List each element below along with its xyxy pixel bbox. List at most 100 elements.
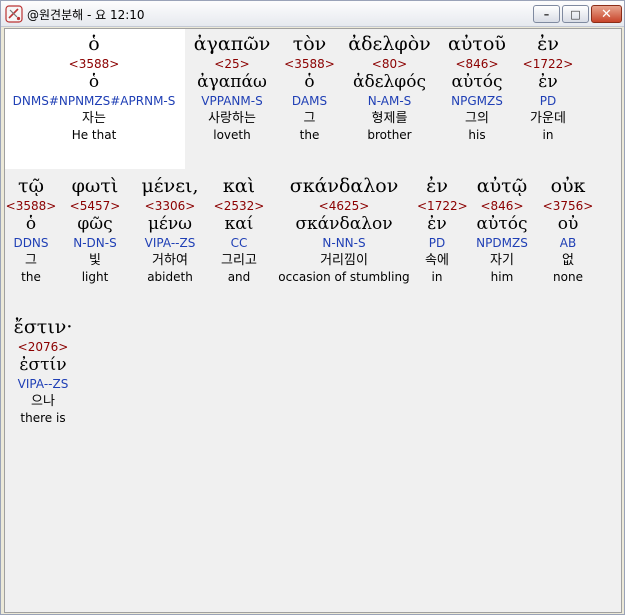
lemma: ἐν [427, 214, 447, 234]
lemma: ὁ [304, 72, 315, 92]
word-column[interactable]: αὐτῷ <846> αὐτός NPDMZS 자기 him [467, 173, 537, 285]
parsing-code: N-AM-S [367, 94, 412, 108]
greek-word: ἐν [426, 175, 448, 197]
korean-gloss: 으나 [31, 394, 55, 409]
greek-word: ἀδελφὸν [348, 33, 431, 55]
english-gloss: brother [367, 128, 412, 142]
close-button[interactable]: ✕ [591, 5, 622, 23]
greek-word: αὐτοῦ [448, 33, 506, 55]
greek-word: σκάνδαλον [289, 175, 399, 197]
korean-gloss: 그의 [465, 111, 489, 126]
strong-number[interactable]: <3306> [133, 199, 207, 213]
parsing-code: VIPA--ZS [144, 236, 196, 250]
word-column[interactable]: αὐτοῦ <846> αὐτός NPGMZS 그의 his [437, 31, 517, 143]
korean-gloss: 거리낌이 [320, 253, 368, 268]
english-gloss: He that [71, 128, 117, 142]
parsing-code: NPDMZS [476, 236, 528, 250]
word-column[interactable]: ἐν <1722> ἐν PD 가운데 in [517, 31, 579, 143]
english-gloss: in [542, 128, 554, 142]
strong-number[interactable]: <2076> [5, 340, 81, 354]
parsing-code: AB [559, 236, 577, 250]
maximize-button[interactable]: □ [562, 5, 589, 23]
parsing-code: CC [230, 236, 248, 250]
word-column[interactable]: ἀδελφὸν <80> ἀδελφός N-AM-S 형제를 brother [342, 31, 437, 143]
word-column[interactable]: σκάνδαλον <4625> σκάνδαλον N-NN-S 거리낌이 o… [271, 173, 417, 285]
greek-word: τῷ [17, 175, 44, 197]
strong-number[interactable]: <25> [187, 57, 277, 71]
lemma: σκάνδαλον [295, 214, 393, 234]
english-gloss: and [227, 270, 251, 284]
minimize-icon: – [543, 7, 550, 21]
greek-word: αὐτῷ [476, 175, 528, 197]
greek-word: τὸν [292, 33, 327, 55]
strong-number[interactable]: <80> [342, 57, 437, 71]
strong-number[interactable]: <2532> [207, 199, 271, 213]
word-column[interactable]: ὁ <3588> ὁ DNMS#NPNMZS#APRNM-S 자는 He tha… [5, 31, 183, 143]
word-column[interactable]: μένει, <3306> μένω VIPA--ZS 거하여 abideth [133, 173, 207, 285]
title-bar[interactable]: @원견분해 - 요 12:10 – □ ✕ [1, 1, 624, 27]
strong-number[interactable]: <1722> [417, 199, 468, 213]
interlinear-panel[interactable]: ὁ <3588> ὁ DNMS#NPNMZS#APRNM-S 자는 He tha… [4, 28, 622, 613]
parsing-code: VPPANM-S [201, 94, 263, 108]
greek-word: ὁ [88, 33, 100, 55]
lemma: οὐ [557, 214, 579, 234]
english-gloss: occasion of stumbling [278, 270, 410, 284]
english-gloss: abideth [147, 270, 193, 284]
english-gloss: none [553, 270, 583, 284]
greek-word: οὐκ [550, 175, 586, 197]
lemma: ἀγαπάω [197, 72, 267, 92]
greek-word: μένει, [141, 175, 199, 197]
korean-gloss: 사랑하는 [208, 111, 256, 126]
word-column[interactable]: ἐν <1722> ἐν PD 속에 in [417, 173, 468, 285]
parsing-code: DDNS [13, 236, 49, 250]
strong-number[interactable]: <1722> [517, 57, 579, 71]
greek-word: φωτὶ [71, 175, 119, 197]
korean-gloss: 가운데 [530, 111, 566, 126]
minimize-button[interactable]: – [533, 5, 560, 23]
maximize-icon: □ [570, 7, 581, 21]
greek-word: ἐν [537, 33, 559, 55]
parsing-code: PD [539, 94, 557, 108]
parsing-code: VIPA--ZS [17, 377, 69, 391]
strong-number[interactable]: <3588> [5, 57, 183, 71]
lemma: αὐτός [476, 214, 528, 234]
parsing-code: DAMS [291, 94, 328, 108]
english-gloss: his [468, 128, 486, 142]
word-column[interactable]: φωτὶ <5457> φῶς N-DN-S 빛 light [57, 173, 133, 285]
korean-gloss: 속에 [425, 253, 449, 268]
strong-number[interactable]: <3588> [277, 57, 342, 71]
strong-number[interactable]: <3756> [537, 199, 599, 213]
lemma: ὁ [25, 214, 37, 234]
parsing-code: PD [428, 236, 446, 250]
english-gloss: him [490, 270, 514, 284]
strong-number[interactable]: <5457> [57, 199, 133, 213]
word-column[interactable]: οὐκ <3756> οὐ AB 없 none [537, 173, 599, 285]
strong-number[interactable]: <846> [467, 199, 537, 213]
parsing-code: N-NN-S [322, 236, 366, 250]
english-gloss: there is [20, 411, 66, 425]
app-icon[interactable] [5, 5, 23, 23]
korean-gloss: 그 [303, 111, 316, 126]
korean-gloss: 그 [25, 253, 37, 268]
lemma: ἐν [538, 72, 558, 92]
strong-number[interactable]: <3588> [5, 199, 57, 213]
korean-gloss: 형제를 [371, 111, 408, 126]
strong-number[interactable]: <4625> [271, 199, 417, 213]
strong-number[interactable]: <846> [437, 57, 517, 71]
word-column[interactable]: ἔστιν· <2076> ἐστίν VIPA--ZS 으나 there is [5, 314, 81, 426]
korean-gloss: 없 [562, 253, 574, 268]
app-window: @원견분해 - 요 12:10 – □ ✕ ὁ <3588> ὁ DNMS#NP… [0, 0, 625, 615]
korean-gloss: 자기 [490, 253, 514, 268]
lemma: καί [224, 214, 254, 234]
korean-gloss: 그리고 [221, 253, 257, 268]
english-gloss: light [81, 270, 109, 284]
word-column[interactable]: καὶ <2532> καί CC 그리고 and [207, 173, 271, 285]
lemma: αὐτός [451, 72, 503, 92]
english-gloss: the [21, 270, 41, 284]
word-column[interactable]: ἀγαπῶν <25> ἀγαπάω VPPANM-S 사랑하는 loveth [187, 31, 277, 143]
lemma: ἀδελφός [353, 72, 426, 92]
word-column[interactable]: τὸν <3588> ὁ DAMS 그 the [277, 31, 342, 143]
greek-word: ἀγαπῶν [193, 33, 271, 55]
korean-gloss: 거하여 [152, 253, 188, 268]
word-column[interactable]: τῷ <3588> ὁ DDNS 그 the [5, 173, 57, 285]
